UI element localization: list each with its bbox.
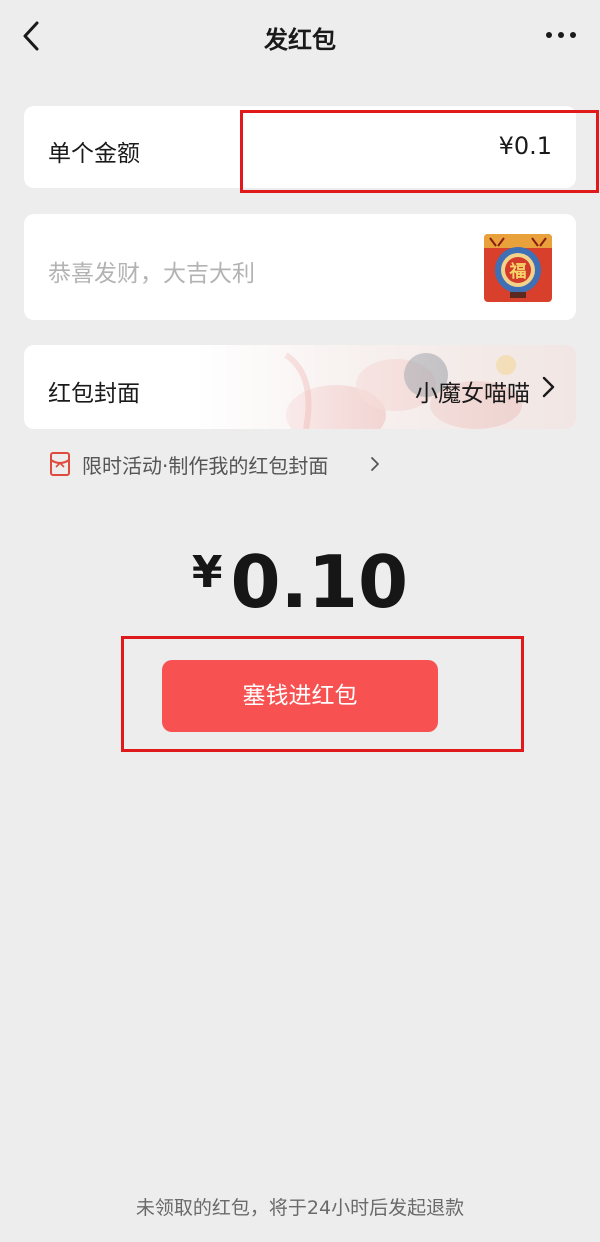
greeting-input[interactable]: 恭喜发财，大吉大利 — [48, 254, 255, 288]
refund-note: 未领取的红包，将于24小时后发起退款 — [135, 1197, 465, 1219]
amount-label: 单个金额 — [48, 141, 140, 167]
amount-card: 单个金额 ¥0.1 — [24, 106, 576, 188]
more-icon[interactable] — [544, 22, 578, 48]
total-value: 0.10 — [230, 540, 409, 624]
fu-sticker-icon[interactable]: 福 — [484, 234, 552, 302]
nav-bar: 发红包 — [0, 0, 600, 74]
currency-symbol: ¥ — [191, 547, 223, 598]
amount-input[interactable]: ¥0.1 — [499, 132, 552, 160]
sticker-char: 福 — [509, 261, 527, 282]
send-red-packet-button[interactable]: 塞钱进红包 — [162, 660, 438, 732]
cover-value: 小魔女喵喵 — [415, 381, 530, 407]
red-packet-icon — [50, 452, 70, 476]
promo-text: 限时活动·制作我的红包封面 — [82, 454, 329, 478]
page-title: 发红包 — [264, 26, 336, 54]
chevron-right-icon — [542, 376, 555, 398]
greeting-card: 恭喜发财，大吉大利 福 — [24, 214, 576, 320]
total-amount: ¥0.10 — [0, 540, 600, 624]
cover-label: 红包封面 — [48, 381, 140, 407]
chevron-right-icon — [371, 457, 379, 471]
cover-card[interactable]: 红包封面 小魔女喵喵 — [24, 345, 576, 429]
